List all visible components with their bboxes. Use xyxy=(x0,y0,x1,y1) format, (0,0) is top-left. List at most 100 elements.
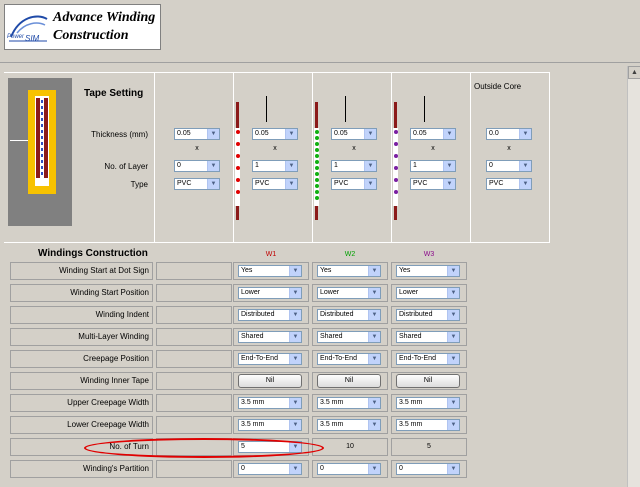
chevron-down-icon[interactable]: ▼ xyxy=(207,179,219,189)
winding-select[interactable]: Yes ▼ xyxy=(396,265,460,277)
winding-select[interactable]: Distributed ▼ xyxy=(317,309,381,321)
tape-thickness-select[interactable]: 0.0 ▼ xyxy=(486,128,532,140)
chevron-down-icon[interactable]: ▼ xyxy=(364,129,376,139)
tape-thickness-select[interactable]: 0.05 ▼ xyxy=(410,128,456,140)
chevron-down-icon[interactable]: ▼ xyxy=(285,161,297,171)
inner-tape-button[interactable]: Nil xyxy=(396,374,460,388)
tape-layer-select[interactable]: 1 ▼ xyxy=(410,160,456,172)
chevron-down-icon[interactable]: ▼ xyxy=(289,354,301,364)
tape-type-select-value: PVC xyxy=(177,180,192,187)
tape-type-select[interactable]: PVC ▼ xyxy=(174,178,220,190)
vertical-scrollbar[interactable]: ▲ xyxy=(627,66,640,487)
tape-layer-select[interactable]: 0 ▼ xyxy=(174,160,220,172)
chevron-down-icon[interactable]: ▼ xyxy=(289,266,301,276)
chevron-down-icon[interactable]: ▼ xyxy=(289,288,301,298)
chevron-down-icon[interactable]: ▼ xyxy=(447,398,459,408)
winding-select-value: 3.5 mm xyxy=(320,399,344,406)
tape-type-select[interactable]: PVC ▼ xyxy=(252,178,298,190)
chevron-down-icon[interactable]: ▼ xyxy=(289,420,301,430)
chevron-down-icon[interactable]: ▼ xyxy=(447,420,459,430)
tape-layer-select-value: 1 xyxy=(413,162,417,169)
winding-select[interactable]: Lower ▼ xyxy=(238,287,302,299)
inner-tape-button[interactable]: Nil xyxy=(317,374,381,388)
tape-thickness-select[interactable]: 0.05 ▼ xyxy=(174,128,220,140)
chevron-down-icon[interactable]: ▼ xyxy=(289,398,301,408)
winding-select[interactable]: Shared ▼ xyxy=(317,331,381,343)
layer-count-label: No. of Layer xyxy=(104,162,148,171)
tape-type-select[interactable]: PVC ▼ xyxy=(331,178,377,190)
winding-select[interactable]: Distributed ▼ xyxy=(396,309,460,321)
chevron-down-icon[interactable]: ▼ xyxy=(447,310,459,320)
chevron-down-icon[interactable]: ▼ xyxy=(289,332,301,342)
inner-tape-button[interactable]: Nil xyxy=(238,374,302,388)
chevron-down-icon[interactable]: ▼ xyxy=(289,464,301,474)
tape-layer-select[interactable]: 0 ▼ xyxy=(486,160,532,172)
winding-select-value: 0 xyxy=(320,465,324,472)
chevron-down-icon[interactable]: ▼ xyxy=(447,354,459,364)
winding-dot xyxy=(236,178,240,182)
winding-select[interactable]: Shared ▼ xyxy=(238,331,302,343)
chevron-down-icon[interactable]: ▼ xyxy=(519,129,531,139)
tape-type-select[interactable]: PVC ▼ xyxy=(486,178,532,190)
chevron-down-icon[interactable]: ▼ xyxy=(443,161,455,171)
app-header: Power SIM Advance Winding Construction xyxy=(0,0,640,63)
winding-select-value: End-To-End xyxy=(320,355,357,362)
empty-cell xyxy=(156,416,232,434)
chevron-down-icon[interactable]: ▼ xyxy=(364,179,376,189)
winding-select[interactable]: End-To-End ▼ xyxy=(238,353,302,365)
chevron-down-icon[interactable]: ▼ xyxy=(368,464,380,474)
winding-dot xyxy=(315,160,319,164)
chevron-down-icon[interactable]: ▼ xyxy=(447,464,459,474)
tape-thickness-select[interactable]: 0.05 ▼ xyxy=(252,128,298,140)
winding-select[interactable]: End-To-End ▼ xyxy=(317,353,381,365)
chevron-down-icon[interactable]: ▼ xyxy=(368,398,380,408)
winding-dot xyxy=(236,166,240,170)
chevron-down-icon[interactable]: ▼ xyxy=(519,179,531,189)
winding-select[interactable]: Lower ▼ xyxy=(396,287,460,299)
winding-select-value: Lower xyxy=(320,289,340,296)
winding-select[interactable]: Yes ▼ xyxy=(238,265,302,277)
chevron-down-icon[interactable]: ▼ xyxy=(447,288,459,298)
chevron-down-icon[interactable]: ▼ xyxy=(207,129,219,139)
winding-dot xyxy=(394,166,398,170)
tape-type-select[interactable]: PVC ▼ xyxy=(410,178,456,190)
chevron-down-icon[interactable]: ▼ xyxy=(447,266,459,276)
winding-select[interactable]: 0 ▼ xyxy=(396,463,460,475)
construction-panel: Tape Setting Outside Core Thickness (mm)… xyxy=(4,66,626,487)
chevron-down-icon[interactable]: ▼ xyxy=(443,129,455,139)
chevron-down-icon[interactable]: ▼ xyxy=(368,420,380,430)
row-label: Winding Inner Tape xyxy=(10,372,153,390)
tape-thickness-select-value: 0.05 xyxy=(177,130,191,137)
chevron-down-icon[interactable]: ▼ xyxy=(207,161,219,171)
tape-layer-select[interactable]: 1 ▼ xyxy=(252,160,298,172)
winding-select[interactable]: 3.5 mm ▼ xyxy=(396,419,460,431)
chevron-down-icon[interactable]: ▼ xyxy=(447,332,459,342)
chevron-down-icon[interactable]: ▼ xyxy=(368,310,380,320)
chevron-down-icon[interactable]: ▼ xyxy=(285,129,297,139)
chevron-down-icon[interactable]: ▼ xyxy=(368,266,380,276)
tape-thickness-select[interactable]: 0.05 ▼ xyxy=(331,128,377,140)
winding-select[interactable]: 0 ▼ xyxy=(238,463,302,475)
chevron-down-icon[interactable]: ▼ xyxy=(368,332,380,342)
tape-layer-select[interactable]: 1 ▼ xyxy=(331,160,377,172)
chevron-down-icon[interactable]: ▼ xyxy=(368,354,380,364)
scroll-up-arrow-icon[interactable]: ▲ xyxy=(628,66,640,79)
chevron-down-icon[interactable]: ▼ xyxy=(443,179,455,189)
chevron-down-icon[interactable]: ▼ xyxy=(285,179,297,189)
chevron-down-icon[interactable]: ▼ xyxy=(289,310,301,320)
winding-select[interactable]: 3.5 mm ▼ xyxy=(238,397,302,409)
chevron-down-icon[interactable]: ▼ xyxy=(364,161,376,171)
winding-select[interactable]: Shared ▼ xyxy=(396,331,460,343)
winding-select[interactable]: 3.5 mm ▼ xyxy=(238,419,302,431)
winding-select[interactable]: Lower ▼ xyxy=(317,287,381,299)
highlight-ellipse xyxy=(84,438,324,458)
winding-select[interactable]: Yes ▼ xyxy=(317,265,381,277)
chevron-down-icon[interactable]: ▼ xyxy=(519,161,531,171)
winding-select[interactable]: 3.5 mm ▼ xyxy=(317,397,381,409)
winding-select[interactable]: Distributed ▼ xyxy=(238,309,302,321)
winding-select[interactable]: 3.5 mm ▼ xyxy=(396,397,460,409)
winding-select[interactable]: End-To-End ▼ xyxy=(396,353,460,365)
winding-select[interactable]: 0 ▼ xyxy=(317,463,381,475)
chevron-down-icon[interactable]: ▼ xyxy=(368,288,380,298)
winding-select[interactable]: 3.5 mm ▼ xyxy=(317,419,381,431)
